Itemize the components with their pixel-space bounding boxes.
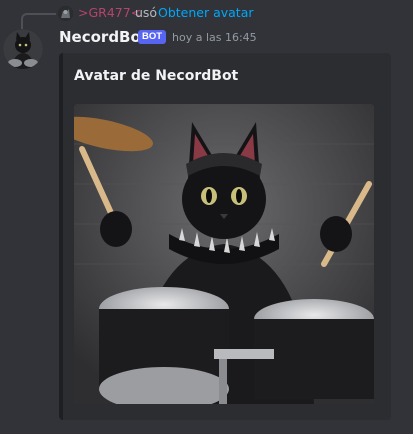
embed-title: Avatar de NecordBot: [74, 68, 239, 84]
message-timestamp[interactable]: hoy a las 16:45: [172, 31, 257, 44]
author-username[interactable]: NecordBot: [59, 28, 148, 46]
reply-username[interactable]: >GR477<: [78, 5, 141, 20]
cat-drummer-image[interactable]: [74, 104, 374, 404]
reply-command-link[interactable]: Obtener avatar: [158, 5, 254, 20]
avatar-embed: Avatar de NecordBot: [59, 53, 391, 420]
reply-user-avatar[interactable]: [58, 6, 73, 21]
reply-action-text: usó: [135, 5, 158, 20]
bot-avatar[interactable]: [3, 29, 43, 69]
bot-badge: BOT: [138, 30, 167, 44]
